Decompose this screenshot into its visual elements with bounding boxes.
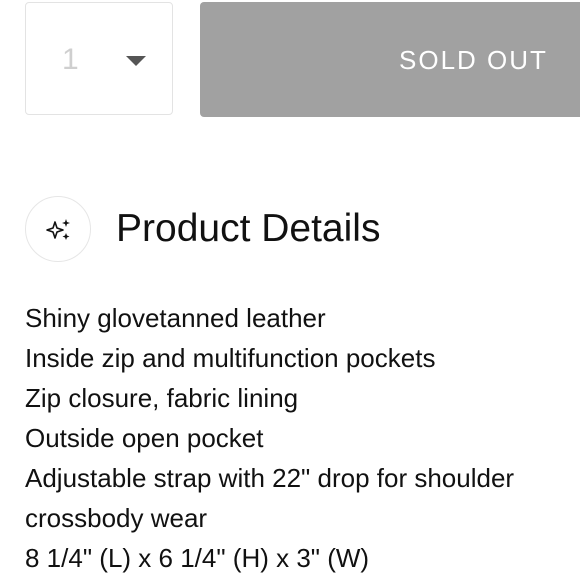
detail-line: 8 1/4" (L) x 6 1/4" (H) x 3" (W) xyxy=(25,543,370,573)
sparkle-icon xyxy=(25,196,91,262)
product-details-list: Shiny glovetanned leather Inside zip and… xyxy=(25,298,580,578)
sparkle-icon-graphic xyxy=(46,219,70,240)
detail-line: Adjustable strap with 22" drop for shoul… xyxy=(25,463,515,493)
detail-line: crossbody wear xyxy=(25,503,208,533)
detail-line: Outside open pocket xyxy=(25,423,264,453)
detail-line: Zip closure, fabric lining xyxy=(25,383,299,413)
product-page: 1 SOLD OUT Product Details Shiny gloveta… xyxy=(0,0,580,580)
sold-out-label: SOLD OUT xyxy=(399,45,548,75)
detail-line: Inside zip and multifunction pockets xyxy=(25,343,436,373)
quantity-value: 1 xyxy=(62,43,79,76)
product-details-title: Product Details xyxy=(116,207,381,250)
chevron-down-icon xyxy=(126,56,146,66)
sold-out-button[interactable]: SOLD OUT xyxy=(200,2,580,117)
quantity-select[interactable]: 1 xyxy=(25,2,173,115)
detail-line: Shiny glovetanned leather xyxy=(25,303,326,333)
